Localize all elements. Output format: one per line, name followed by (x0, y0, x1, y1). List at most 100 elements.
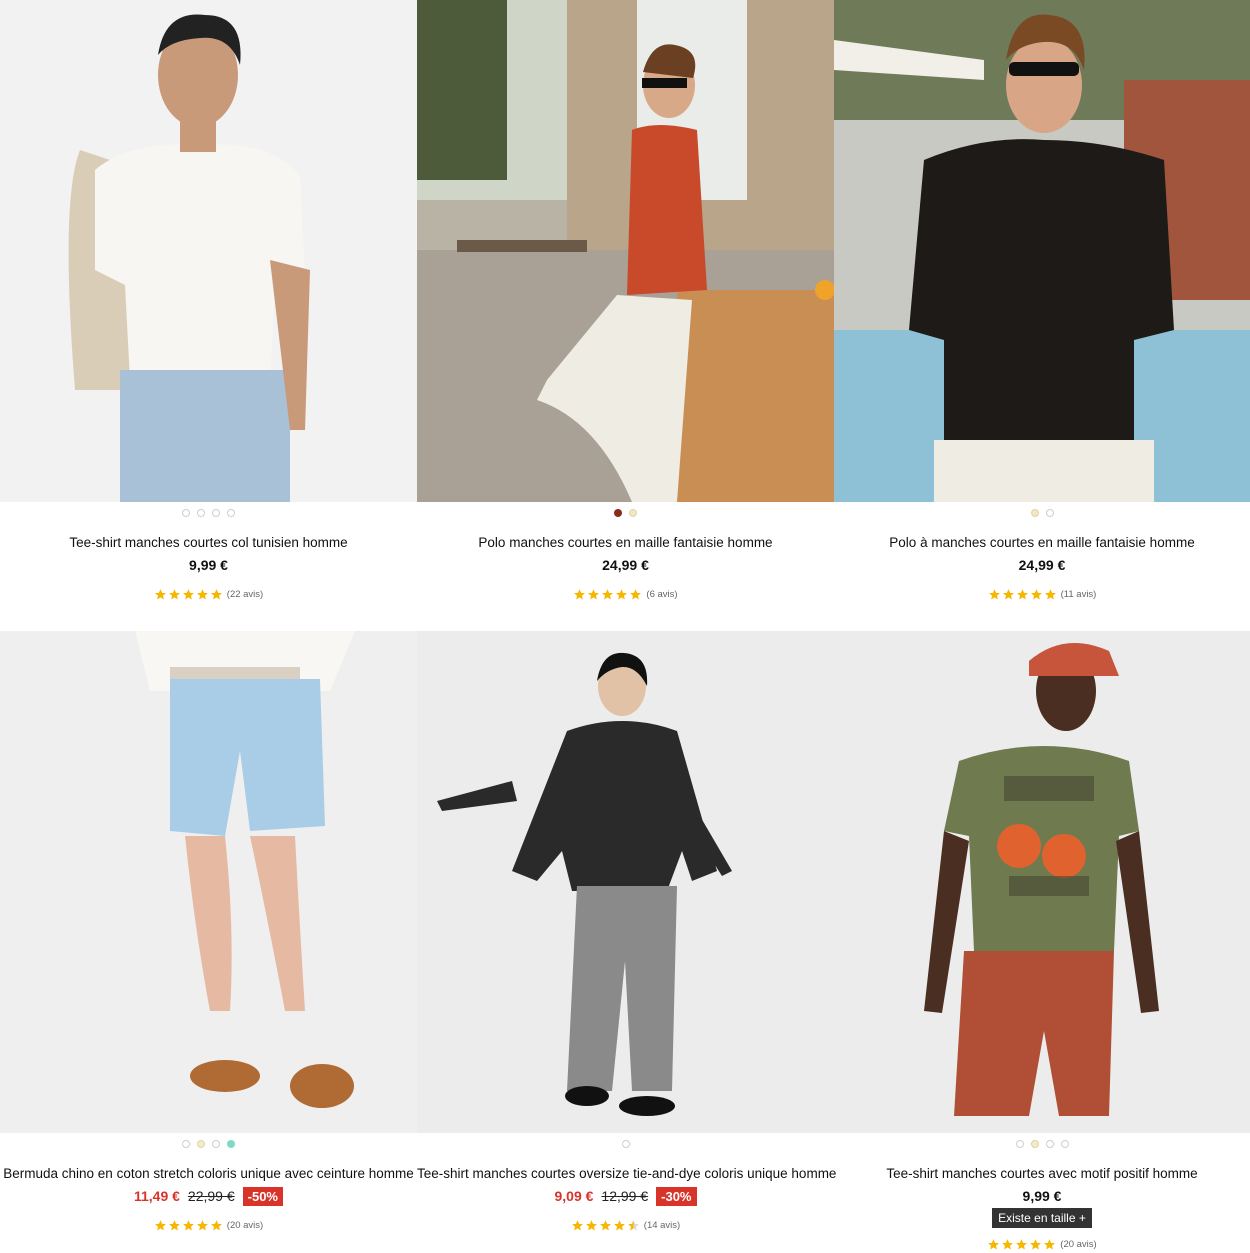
review-count[interactable]: (20 avis) (227, 1220, 263, 1231)
product-card[interactable]: Polo à manches courtes en maille fantais… (834, 0, 1250, 601)
rating-stars (571, 1219, 640, 1232)
color-swatch[interactable] (621, 1140, 630, 1148)
product-rating: (22 avis) (0, 588, 417, 601)
product-image[interactable] (417, 631, 834, 1133)
star-icon (627, 1220, 639, 1231)
product-rating: (14 avis) (417, 1219, 834, 1232)
star-icon (588, 589, 600, 600)
product-image[interactable] (417, 0, 834, 502)
product-card[interactable]: Tee-shirt manches courtes col tunisien h… (0, 0, 417, 601)
color-swatch[interactable] (614, 509, 622, 517)
rating-stars (154, 1219, 223, 1232)
star-icon (1044, 589, 1056, 600)
sale-price: 11,49 € (133, 1188, 180, 1204)
star-icon (585, 1220, 597, 1231)
color-swatch[interactable] (1045, 509, 1054, 517)
review-count[interactable]: (20 avis) (1060, 1239, 1096, 1250)
star-icon (613, 1220, 625, 1231)
color-swatch[interactable] (1015, 1140, 1024, 1148)
color-swatches (0, 505, 417, 521)
product-rating: (20 avis) (834, 1238, 1250, 1251)
star-icon (210, 1220, 222, 1231)
original-price: 22,99 € (187, 1188, 235, 1204)
color-swatch[interactable] (629, 509, 637, 517)
product-title[interactable]: Polo manches courtes en maille fantaisie… (417, 534, 834, 552)
star-icon (168, 1220, 180, 1231)
product-card[interactable]: Tee-shirt manches courtes avec motif pos… (834, 631, 1250, 1251)
original-price: 12,99 € (601, 1188, 649, 1204)
color-swatch[interactable] (197, 509, 205, 517)
color-swatch[interactable] (197, 1140, 205, 1148)
product-title[interactable]: Tee-shirt manches courtes col tunisien h… (0, 534, 417, 552)
product-rating: (6 avis) (417, 588, 834, 601)
star-icon (574, 589, 586, 600)
review-count[interactable]: (14 avis) (644, 1220, 680, 1231)
star-icon (182, 589, 194, 600)
product-price: 24,99 € (1018, 557, 1066, 573)
color-swatch[interactable] (212, 509, 220, 517)
star-icon (1016, 1239, 1028, 1250)
review-count[interactable]: (22 avis) (227, 589, 263, 600)
star-icon (168, 589, 180, 600)
color-swatches (834, 505, 1250, 521)
product-price: 9,99 € (189, 557, 228, 573)
star-icon (196, 589, 208, 600)
star-icon (1002, 1239, 1014, 1250)
star-icon (988, 589, 1000, 600)
star-icon (1030, 589, 1042, 600)
color-swatch[interactable] (182, 509, 190, 517)
rating-stars (573, 588, 642, 601)
product-title[interactable]: Tee-shirt manches courtes avec motif pos… (834, 1165, 1250, 1183)
star-icon (154, 1220, 166, 1231)
product-card[interactable]: Polo manches courtes en maille fantaisie… (417, 0, 834, 601)
product-rating: (11 avis) (834, 588, 1250, 601)
star-icon (1016, 589, 1028, 600)
color-swatch[interactable] (212, 1140, 220, 1148)
product-price: 9,99 € (1022, 1188, 1062, 1204)
product-card[interactable]: Bermuda chino en coton stretch coloris u… (0, 631, 417, 1232)
color-swatches (834, 1136, 1250, 1152)
product-title[interactable]: Polo à manches courtes en maille fantais… (834, 534, 1250, 552)
star-icon (154, 589, 166, 600)
star-icon (599, 1220, 611, 1231)
discount-badge: -30% (656, 1186, 697, 1206)
product-grid: Tee-shirt manches courtes col tunisien h… (0, 0, 1250, 1253)
star-icon (571, 1220, 583, 1231)
product-image[interactable] (834, 0, 1250, 502)
star-icon (630, 589, 642, 600)
review-count[interactable]: (6 avis) (646, 589, 677, 600)
star-icon (602, 589, 614, 600)
product-card[interactable]: Tee-shirt manches courtes oversize tie-a… (417, 631, 836, 1232)
color-swatch[interactable] (227, 509, 235, 517)
color-swatches (0, 1136, 417, 1152)
product-image[interactable] (834, 631, 1250, 1133)
star-icon (1030, 1239, 1042, 1250)
product-title[interactable]: Bermuda chino en coton stretch coloris u… (0, 1165, 417, 1183)
star-icon (182, 1220, 194, 1231)
color-swatch[interactable] (1030, 509, 1039, 517)
color-swatch[interactable] (1045, 1140, 1054, 1148)
color-swatches (417, 1136, 834, 1152)
product-rating: (20 avis) (0, 1219, 417, 1232)
color-swatch[interactable] (1060, 1140, 1069, 1148)
product-title[interactable]: Tee-shirt manches courtes oversize tie-a… (417, 1165, 836, 1183)
product-image[interactable] (0, 0, 417, 502)
color-swatch[interactable] (1030, 1140, 1039, 1148)
rating-stars (154, 588, 223, 601)
rating-stars (987, 1238, 1056, 1251)
star-icon (1002, 589, 1014, 600)
rating-stars (988, 588, 1057, 601)
color-swatches (417, 505, 834, 521)
color-swatch[interactable] (182, 1140, 190, 1148)
product-image[interactable] (0, 631, 417, 1133)
star-icon (196, 1220, 208, 1231)
review-count[interactable]: (11 avis) (1061, 589, 1097, 600)
star-icon (1044, 1239, 1056, 1250)
sale-price: 9,09 € (554, 1188, 594, 1204)
star-icon (988, 1239, 1000, 1250)
color-swatch[interactable] (227, 1140, 235, 1148)
star-icon (616, 589, 628, 600)
discount-badge: -50% (242, 1186, 283, 1206)
plus-size-badge[interactable]: Existe en taille + (992, 1208, 1092, 1228)
star-icon (210, 589, 222, 600)
